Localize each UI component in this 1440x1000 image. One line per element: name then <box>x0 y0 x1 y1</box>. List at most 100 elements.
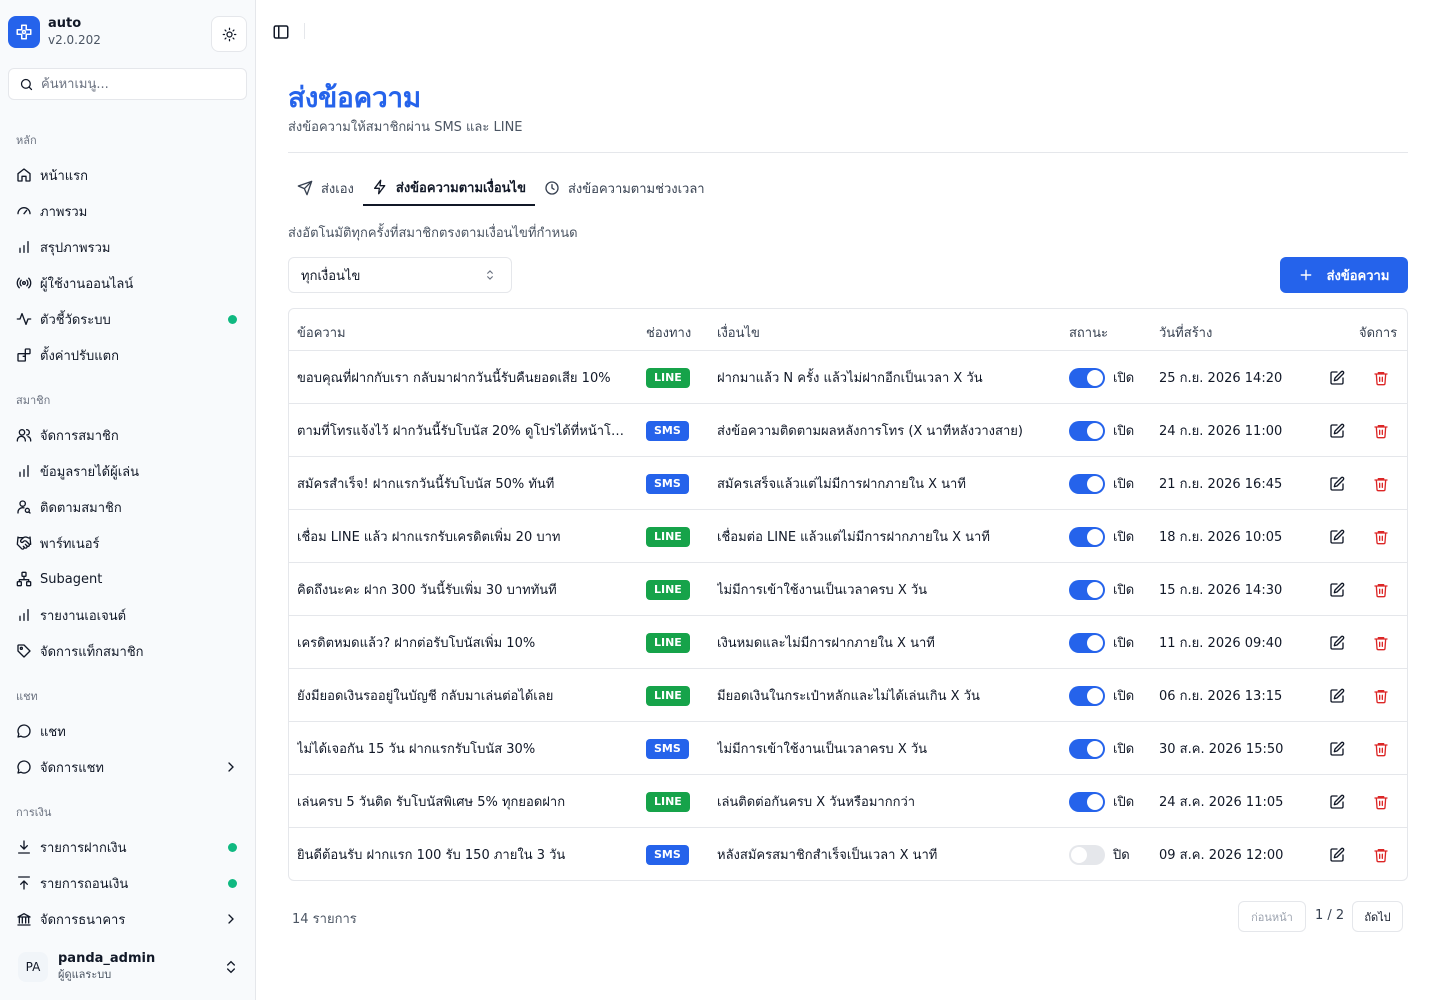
delete-button[interactable] <box>1371 580 1391 600</box>
prev-page-button[interactable]: ก่อนหน้า <box>1238 901 1306 932</box>
next-page-button[interactable]: ถัดไป <box>1352 901 1403 932</box>
status-toggle[interactable] <box>1069 579 1105 600</box>
tab-manual[interactable]: ส่งเอง <box>288 170 363 206</box>
user-menu[interactable]: PA panda_admin ผู้ดูแลระบบ <box>8 944 247 990</box>
nav-group-finance: การเงิน <box>16 806 52 819</box>
edit-button[interactable] <box>1327 845 1347 865</box>
status-toggle[interactable] <box>1069 420 1105 441</box>
edit-button[interactable] <box>1327 633 1347 653</box>
status-cell: เปิด <box>1069 351 1134 404</box>
sidebar-item-overview[interactable]: ภาพรวม <box>8 195 247 227</box>
delete-button[interactable] <box>1371 845 1391 865</box>
tab-conditional[interactable]: ส่งข้อความตามเงื่อนไข <box>362 170 535 206</box>
sidebar-item-manage-members[interactable]: จัดการสมาชิก <box>8 419 247 451</box>
channel-badge: LINE <box>646 632 690 653</box>
sidebar-item-partner[interactable]: พาร์ทเนอร์ <box>8 527 247 559</box>
send-message-button[interactable]: ส่งข้อความ <box>1280 257 1408 293</box>
message-text: เล่นครบ 5 วันติด รับโบนัสพิเศษ 5% ทุกยอด… <box>297 795 566 810</box>
message-text: ขอบคุณที่ฝากกับเรา กลับมาฝากวันนี้รับคืน… <box>297 371 611 386</box>
channel-cell: LINE <box>646 616 690 669</box>
status-toggle[interactable] <box>1069 632 1105 653</box>
edit-icon <box>1329 370 1345 386</box>
toggle-knob <box>1087 422 1103 439</box>
sidebar-item-online-users[interactable]: ผู้ใช้งานออนไลน์ <box>8 267 247 299</box>
sidebar-item-label: จัดการสมาชิก <box>40 428 119 444</box>
tab-scheduled[interactable]: ส่งข้อความตามช่วงเวลา <box>535 170 714 206</box>
sidebar-item-system-metrics[interactable]: ตัวชี้วัดระบบ <box>8 303 247 335</box>
sidebar-item-summary[interactable]: สรุปภาพรวม <box>8 231 247 263</box>
edit-button[interactable] <box>1327 739 1347 759</box>
edit-button[interactable] <box>1327 368 1347 388</box>
condition-filter-select[interactable]: ทุกเงื่อนไข <box>288 257 512 293</box>
channel-cell: LINE <box>646 563 690 616</box>
status-toggle[interactable] <box>1069 367 1105 388</box>
message-circle-icon <box>16 759 32 775</box>
message-cell: ยังมียอดเงินรออยู่ในบัญชี กลับมาเล่นต่อไ… <box>297 669 629 722</box>
sidebar-item-settings[interactable]: ตั้งค่าปรับแตก <box>8 339 247 371</box>
delete-button[interactable] <box>1371 527 1391 547</box>
status-toggle[interactable] <box>1069 526 1105 547</box>
sidebar-item-banks[interactable]: จัดการธนาคาร <box>8 903 247 935</box>
chevrons-up-down-icon <box>483 268 497 282</box>
delete-button[interactable] <box>1371 474 1391 494</box>
edit-icon <box>1329 688 1345 704</box>
search-input[interactable] <box>41 76 231 92</box>
edit-button[interactable] <box>1327 474 1347 494</box>
condition-cell: มียอดเงินในกระเป๋าหลักและไม่ได้เล่นเกิน … <box>717 669 1057 722</box>
theme-toggle-button[interactable] <box>211 16 247 52</box>
sidebar-item-home[interactable]: หน้าแรก <box>8 159 247 191</box>
delete-button[interactable] <box>1371 739 1391 759</box>
condition-text: สมัครเสร็จแล้วแต่ไม่มีการฝากภายใน X นาที <box>717 477 966 492</box>
channel-badge: LINE <box>646 685 690 706</box>
edit-icon <box>1329 794 1345 810</box>
brand[interactable]: auto v2.0.202 <box>8 16 101 48</box>
edit-button[interactable] <box>1327 792 1347 812</box>
toggle-knob <box>1087 740 1103 757</box>
created-cell: 24 ส.ค. 2026 11:05 <box>1159 775 1283 828</box>
sidebar-item-label: แชท <box>40 724 66 740</box>
sidebar-item-member-tags[interactable]: จัดการแท็กสมาชิก <box>8 635 247 667</box>
send-message-label: ส่งข้อความ <box>1326 267 1390 283</box>
delete-button[interactable] <box>1371 686 1391 706</box>
edit-icon <box>1329 847 1345 863</box>
table-row: เครดิตหมดแล้ว? ฝากต่อรับโบนัสเพิ่ม 10% LI… <box>289 616 1407 669</box>
status-toggle[interactable] <box>1069 473 1105 494</box>
delete-button[interactable] <box>1371 633 1391 653</box>
brand-logo-icon <box>8 16 40 48</box>
edit-button[interactable] <box>1327 580 1347 600</box>
channel-cell: SMS <box>646 722 689 775</box>
sidebar-item-withdrawals[interactable]: รายการถอนเงิน <box>8 867 247 899</box>
edit-button[interactable] <box>1327 421 1347 441</box>
menu-search <box>8 68 247 100</box>
created-cell: 15 ก.ย. 2026 14:30 <box>1159 563 1282 616</box>
tag-icon <box>16 643 32 659</box>
status-toggle[interactable] <box>1069 844 1105 865</box>
column-header-condition: เงื่อนไข <box>717 326 760 341</box>
sidebar-item-chat[interactable]: แชท <box>8 715 247 747</box>
table-row: ยังมียอดเงินรออยู่ในบัญชี กลับมาเล่นต่อไ… <box>289 669 1407 722</box>
status-cell: เปิด <box>1069 722 1134 775</box>
delete-button[interactable] <box>1371 792 1391 812</box>
sidebar-item-agent-report[interactable]: รายงานเอเจนต์ <box>8 599 247 631</box>
table-row: เล่นครบ 5 วันติด รับโบนัสพิเศษ 5% ทุกยอด… <box>289 775 1407 828</box>
table-row: ไม่ได้เจอกัน 15 วัน ฝากแรกรับโบนัส 30% SM… <box>289 722 1407 775</box>
status-toggle[interactable] <box>1069 685 1105 706</box>
edit-button[interactable] <box>1327 686 1347 706</box>
sidebar-item-manage-chat[interactable]: จัดการแชท <box>8 751 247 783</box>
status-toggle[interactable] <box>1069 791 1105 812</box>
sidebar-item-player-income[interactable]: ข้อมูลรายได้ผู้เล่น <box>8 455 247 487</box>
sidebar-item-subagent[interactable]: Subagent <box>8 563 247 595</box>
delete-button[interactable] <box>1371 368 1391 388</box>
sidebar-item-follow-members[interactable]: ติดตามสมาชิก <box>8 491 247 523</box>
delete-button[interactable] <box>1371 421 1391 441</box>
message-cell: เล่นครบ 5 วันติด รับโบนัสพิเศษ 5% ทุกยอด… <box>297 775 629 828</box>
column-header-message: ข้อความ <box>297 326 346 341</box>
sidebar-item-deposits[interactable]: รายการฝากเงิน <box>8 831 247 863</box>
sidebar-item-label: รายการฝากเงิน <box>40 840 127 856</box>
created-cell: 25 ก.ย. 2026 14:20 <box>1159 351 1282 404</box>
toggle-knob <box>1087 687 1103 704</box>
edit-button[interactable] <box>1327 527 1347 547</box>
sidebar-toggle-button[interactable] <box>272 23 292 41</box>
status-toggle[interactable] <box>1069 738 1105 759</box>
sidebar-item-label: รายการถอนเงิน <box>40 876 129 892</box>
